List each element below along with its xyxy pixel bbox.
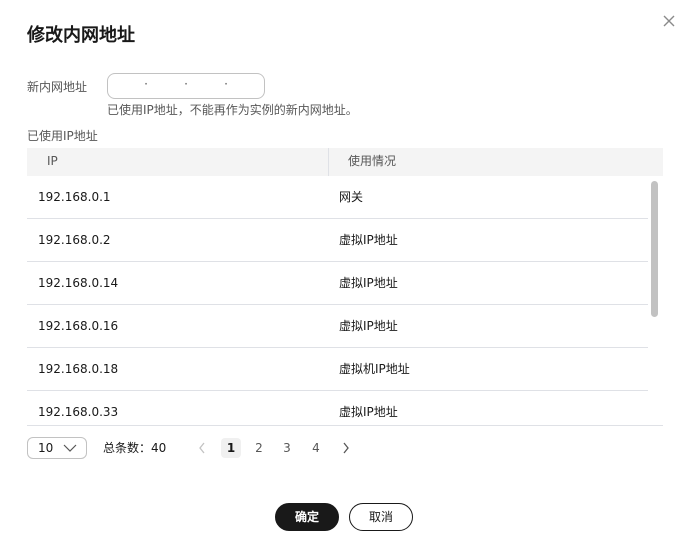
usage-cell: 虚拟机IP地址 bbox=[339, 362, 410, 376]
ip-cell: 192.168.0.18 bbox=[38, 362, 119, 376]
table-row: 192.168.0.16 虚拟IP地址 bbox=[27, 305, 648, 348]
table-scrollbar[interactable] bbox=[651, 181, 658, 317]
usage-cell: 虚拟IP地址 bbox=[339, 233, 398, 247]
used-ip-table-body: 192.168.0.1 网关 192.168.0.2 虚拟IP地址 192.16… bbox=[27, 176, 663, 426]
usage-cell: 虚拟IP地址 bbox=[339, 319, 398, 333]
page-size-value: 10 bbox=[38, 441, 54, 455]
dialog-title: 修改内网地址 bbox=[27, 25, 135, 46]
confirm-button[interactable]: 确定 bbox=[275, 503, 339, 531]
usage-cell: 网关 bbox=[339, 190, 364, 204]
table-row: 192.168.0.33 虚拟IP地址 bbox=[27, 391, 648, 426]
page-button-1[interactable]: 1 bbox=[221, 438, 241, 458]
modify-private-ip-dialog: 修改内网地址 新内网地址 · · · 已使用IP地址，不能再作为实例的新内网地址… bbox=[0, 0, 690, 557]
page-button-4[interactable]: 4 bbox=[306, 438, 326, 458]
table-bottom-divider bbox=[27, 425, 663, 426]
usage-cell: 虚拟IP地址 bbox=[339, 276, 398, 290]
usage-cell: 虚拟IP地址 bbox=[339, 405, 398, 419]
column-divider bbox=[328, 148, 329, 176]
column-header-usage: 使用情况 bbox=[348, 154, 397, 168]
table-row: 192.168.0.1 网关 bbox=[27, 176, 648, 219]
ip-cell: 192.168.0.33 bbox=[38, 405, 119, 419]
ip-cell: 192.168.0.1 bbox=[38, 190, 111, 204]
ip-segment-2[interactable] bbox=[148, 74, 184, 98]
ip-segment-1[interactable] bbox=[108, 74, 144, 98]
used-ip-section-label: 已使用IP地址 bbox=[27, 129, 98, 143]
ip-cell: 192.168.0.16 bbox=[38, 319, 119, 333]
ip-cell: 192.168.0.2 bbox=[38, 233, 111, 247]
total-count: 总条数：40 bbox=[103, 441, 167, 455]
table-header: IP 使用情况 bbox=[27, 148, 663, 176]
table-row: 192.168.0.2 虚拟IP地址 bbox=[27, 219, 648, 262]
column-header-ip: IP bbox=[47, 154, 58, 168]
close-icon[interactable] bbox=[660, 12, 678, 30]
chevron-left-icon[interactable] bbox=[197, 440, 207, 454]
new-ip-label: 新内网地址 bbox=[27, 80, 88, 94]
ip-cell: 192.168.0.14 bbox=[38, 276, 119, 290]
chevron-right-icon[interactable] bbox=[341, 440, 351, 454]
table-row: 192.168.0.14 虚拟IP地址 bbox=[27, 262, 648, 305]
ip-segment-4[interactable] bbox=[228, 74, 264, 98]
cancel-button[interactable]: 取消 bbox=[349, 503, 413, 531]
page-size-select[interactable]: 10 bbox=[27, 437, 87, 459]
page-button-3[interactable]: 3 bbox=[277, 438, 297, 458]
table-row: 192.168.0.18 虚拟机IP地址 bbox=[27, 348, 648, 391]
new-ip-input[interactable]: · · · bbox=[107, 73, 265, 99]
new-ip-hint: 已使用IP地址，不能再作为实例的新内网地址。 bbox=[107, 103, 358, 117]
ip-segment-3[interactable] bbox=[188, 74, 224, 98]
chevron-down-icon bbox=[61, 442, 79, 454]
page-button-2[interactable]: 2 bbox=[249, 438, 269, 458]
